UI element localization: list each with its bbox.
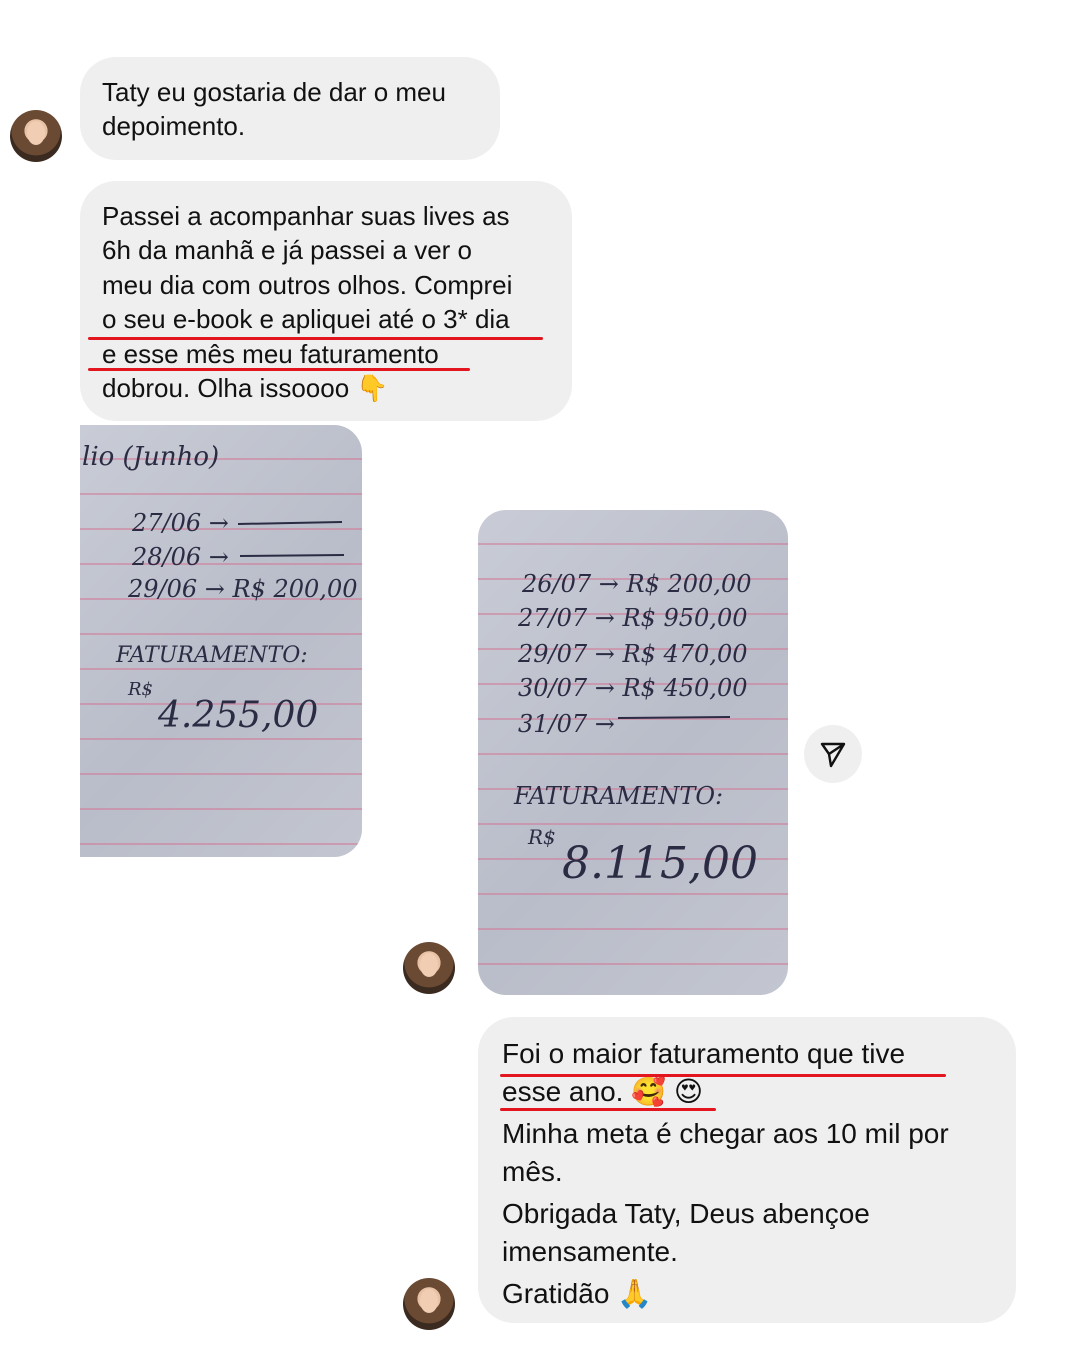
photo-notebook-july[interactable]: 26/07 → R$ 200,00 27/07 → R$ 950,00 29/0…: [478, 510, 788, 995]
photo-currency: R$: [127, 679, 153, 700]
message-line: mês.: [502, 1156, 563, 1187]
photo-row: 26/07 → R$ 200,00: [521, 570, 751, 598]
avatar[interactable]: [403, 1278, 455, 1330]
photo-row: 29/06 → R$ 200,00: [127, 575, 357, 603]
photo-label: FATURAMENTO:: [115, 643, 308, 668]
message-line: meu dia com outros olhos. Comprei: [102, 269, 513, 300]
message-line: imensamente.: [502, 1236, 678, 1267]
photo-currency: R$: [527, 825, 556, 849]
message-line: depoimento.: [102, 111, 246, 142]
message-line: Gratidão 🙏: [502, 1278, 653, 1309]
photo-total: 4.255,00: [157, 695, 318, 736]
avatar[interactable]: [10, 110, 62, 162]
message-line: dobrou. Olha issoooo 👇: [102, 373, 389, 404]
photo-label: FATURAMENTO:: [513, 782, 723, 810]
photo-header: lio (Junho): [82, 442, 219, 472]
highlight-underline: [500, 1074, 946, 1077]
message-line: e esse mês meu faturamento: [102, 338, 439, 369]
message-bubble-3: Foi o maior faturamento que tive esse an…: [478, 1017, 1016, 1323]
photo-row: 29/07 → R$ 470,00: [517, 640, 747, 668]
message-line: Taty eu gostaria de dar o meu: [102, 77, 446, 107]
photo-row: 31/07 →: [518, 710, 615, 738]
message-bubble-1: Taty eu gostaria de dar o meu depoimento…: [80, 57, 500, 160]
photo-row: 30/07 → R$ 450,00: [518, 674, 747, 702]
message-line: o seu e-book e apliquei até o 3* dia: [102, 304, 510, 335]
photo-row: 28/06 →: [131, 543, 229, 571]
highlight-underline: [88, 368, 470, 371]
share-button[interactable]: [804, 725, 862, 783]
photo-row: 27/06 →: [131, 509, 229, 537]
avatar[interactable]: [403, 942, 455, 994]
send-icon: [820, 742, 846, 768]
message-line: 6h da manhã e já passei a ver o: [102, 235, 473, 266]
message-line: Obrigada Taty, Deus abençoe: [502, 1198, 870, 1229]
message-line: esse ano. 🥰 😍: [502, 1076, 704, 1107]
photo-row: 27/07 → R$ 950,00: [517, 604, 747, 632]
message-line: Foi o maior faturamento que tive: [502, 1038, 906, 1069]
highlight-underline: [88, 337, 543, 340]
highlight-underline: [500, 1108, 716, 1111]
photo-total: 8.115,00: [562, 838, 758, 889]
message-bubble-2: Passei a acompanhar suas lives as 6h da …: [80, 181, 572, 421]
message-line: Minha meta é chegar aos 10 mil por: [502, 1118, 949, 1149]
message-line: Passei a acompanhar suas lives as: [102, 201, 510, 231]
photo-notebook-june[interactable]: lio (Junho) 27/06 → 28/06 → 29/06 → R$ 2…: [80, 425, 362, 857]
